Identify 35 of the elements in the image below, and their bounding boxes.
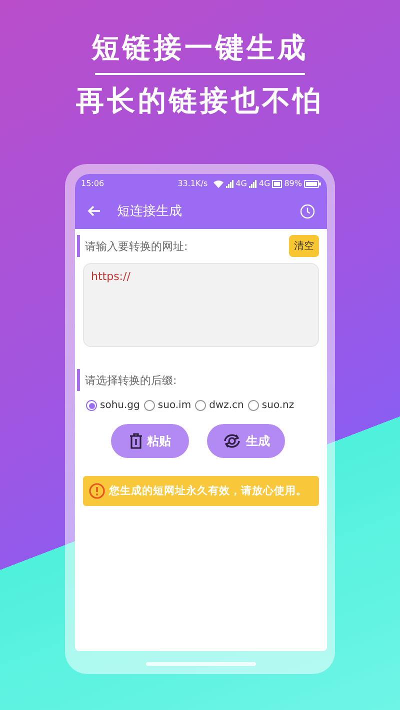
section-label: 请输入要转换的网址: <box>85 238 188 254</box>
warning-icon <box>89 483 105 499</box>
section-label: 请选择转换的后缀: <box>85 372 177 388</box>
wifi-icon <box>212 180 224 188</box>
network-type: 4G <box>258 179 270 188</box>
suffix-label: suo.im <box>158 400 192 411</box>
screen-title: 短连接生成 <box>117 203 183 220</box>
radio-button[interactable] <box>195 400 206 411</box>
status-time: 15:06 <box>81 179 104 188</box>
battery-icon <box>304 180 321 188</box>
suffix-label: sohu.gg <box>100 400 140 411</box>
suffix-option[interactable]: suo.im <box>144 400 192 411</box>
radio-button[interactable] <box>144 400 155 411</box>
history-icon[interactable] <box>300 204 315 218</box>
notice-text: 您生成的短网址永久有效，请放心使用。 <box>109 484 307 498</box>
url-value: https:// <box>91 270 130 283</box>
subheadline: 再长的链接也不怕 <box>76 83 324 119</box>
suffix-label: dwz.cn <box>209 400 244 411</box>
network-speed: 33.1K/s <box>178 179 208 188</box>
network-type: 4G <box>236 179 247 188</box>
refresh-eye-icon <box>222 433 242 449</box>
headline: 短链接一键生成 <box>92 30 308 66</box>
suffix-option[interactable]: suo.nz <box>248 400 294 411</box>
trash-icon <box>129 433 143 449</box>
signal-icon <box>226 180 234 188</box>
suffix-option[interactable]: dwz.cn <box>195 400 244 411</box>
suffix-label: suo.nz <box>262 400 294 411</box>
back-icon[interactable] <box>87 205 101 217</box>
suffix-option[interactable]: sohu.gg <box>86 400 140 411</box>
radio-button[interactable] <box>86 400 97 411</box>
url-input[interactable]: https:// <box>83 263 319 347</box>
battery-level: 89% <box>284 179 302 188</box>
clear-button[interactable]: 清空 <box>289 235 319 257</box>
signal-icon <box>248 180 257 188</box>
radio-button[interactable] <box>248 400 259 411</box>
